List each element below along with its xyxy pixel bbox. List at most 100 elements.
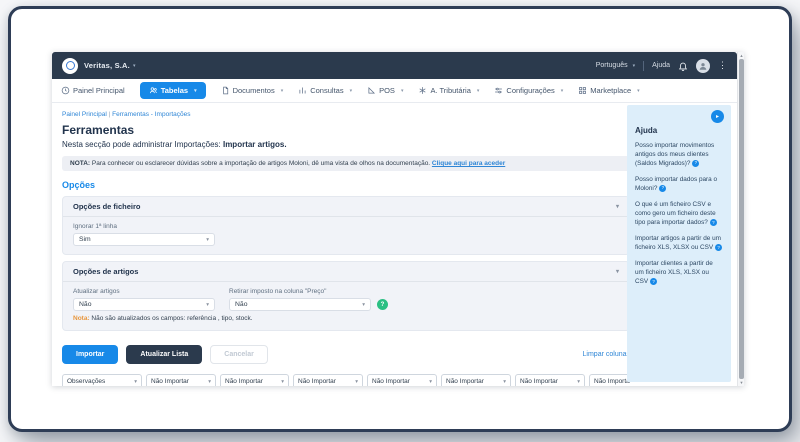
chevron-down-icon: ▾ [281,379,284,385]
update-articles-field: Atualizar artigos Não ▾ [73,288,215,311]
document-icon [221,86,230,95]
clear-columns-link[interactable]: Limpar colunas [583,351,630,358]
refresh-list-button[interactable]: Atualizar Lista [126,345,202,364]
mapping-select-6[interactable]: Não Importar▾ [441,374,511,386]
article-options-header[interactable]: Opções de artigos ▾ [63,262,629,282]
main-navigation: Painel Principal Tabelas ▾ Documentos ▾ … [52,79,737,103]
help-item[interactable]: Importar clientes a partir de um ficheir… [635,260,723,287]
question-badge-icon[interactable]: ? [692,160,699,167]
chevron-down-icon: ▾ [362,302,365,308]
user-avatar[interactable] [696,59,710,73]
chevron-down-icon: ▾ [637,88,640,94]
chevron-down-icon: ▾ [208,379,211,385]
mapping-select-4[interactable]: Não Importar▾ [293,374,363,386]
help-item[interactable]: Posso importar dados para o Moloni?? [635,176,723,194]
help-title: Ajuda [635,126,723,135]
bell-icon[interactable] [678,61,688,71]
breadcrumb-ferramentas-importacoes[interactable]: Ferramentas - Importações [112,111,190,118]
breadcrumb: Painel Principal | Ferramentas - Importa… [62,111,630,118]
chevron-down-icon: ▾ [477,88,480,94]
nav-tabelas[interactable]: Tabelas ▾ [140,82,206,99]
chevron-down-icon: ▾ [281,88,284,94]
chevron-down-icon: ▾ [633,63,636,69]
chevron-down-icon: ▾ [133,63,136,69]
more-options-icon[interactable]: ⋮ [718,60,727,71]
breadcrumb-painel-principal[interactable]: Painel Principal [62,111,107,118]
remove-tax-label: Retirar imposto na coluna "Preço" [229,288,388,295]
nota-banner: NOTA: Para conhecer ou esclarecer dúvida… [62,156,630,171]
chevron-down-icon: ▾ [194,88,197,94]
sliders-icon [494,86,503,95]
column-mapping-row: Observações▾ Não Importar▾ Não Importar▾… [62,374,630,386]
nav-documentos[interactable]: Documentos ▾ [221,86,284,95]
collapse-help-button[interactable]: ▸ [711,110,724,123]
chevron-down-icon: ▾ [401,88,404,94]
scrollbar-thumb[interactable] [739,59,744,379]
help-badge-icon[interactable]: ? [377,299,388,310]
mapping-select-7[interactable]: Não Importar▾ [515,374,585,386]
remove-tax-select[interactable]: Não ▾ [229,298,371,311]
mapping-select-8[interactable]: Não Importar▾ [589,374,630,386]
ignore-first-line-select[interactable]: Sim ▾ [73,233,215,246]
file-options-panel: Opções de ficheiro ▾ Ignorar 1ª linha Si… [62,196,630,255]
nav-a-tributaria[interactable]: A. Tributária ▾ [418,86,479,95]
remove-tax-field: Retirar imposto na coluna "Preço" Não ▾ … [229,288,388,311]
angle-ruler-icon [367,86,376,95]
browser-window: Veritas, S.A. ▾ Português ▾ Ajuda ⋮ Pain… [8,6,792,432]
chevron-down-icon: ▾ [206,302,209,308]
top-bar: Veritas, S.A. ▾ Português ▾ Ajuda ⋮ [52,52,737,79]
article-options-note: Nota: Não são atualizados os campos: ref… [73,315,619,322]
divider [643,61,644,71]
help-item[interactable]: O que é um ficheiro CSV e como gero um f… [635,201,723,228]
nav-painel-principal[interactable]: Painel Principal [61,86,125,95]
help-link[interactable]: Ajuda [652,62,670,69]
question-badge-icon[interactable]: ? [715,244,722,251]
update-articles-select[interactable]: Não ▾ [73,298,215,311]
main-column: Painel Principal | Ferramentas - Importa… [62,111,630,386]
chevron-down-icon: ▾ [206,237,209,243]
company-name[interactable]: Veritas, S.A. [84,61,130,70]
tributaria-icon [418,86,427,95]
chevron-down-icon: ▾ [577,379,580,385]
help-panel: ▸ Ajuda Posso importar movimentos antigo… [627,105,731,382]
chevron-down-icon: ▾ [561,88,564,94]
question-badge-icon[interactable]: ? [650,278,657,285]
chevron-down-icon: ▾ [616,268,619,275]
chevron-down-icon: ▾ [134,379,137,385]
help-item[interactable]: Posso importar movimentos antigos dos me… [635,142,723,169]
page-title: Ferramentas [62,123,630,137]
chevron-down-icon: ▾ [355,379,358,385]
mapping-select-5[interactable]: Não Importar▾ [367,374,437,386]
mapping-select-3[interactable]: Não Importar▾ [220,374,289,386]
page-subtitle: Nesta secção pode administrar Importaçõe… [62,140,630,149]
mapping-select-1[interactable]: Observações▾ [62,374,142,386]
bar-chart-icon [298,86,307,95]
question-badge-icon[interactable]: ? [710,219,717,226]
documentation-link[interactable]: Clique aqui para aceder [432,160,505,167]
chevron-down-icon: ▾ [503,379,506,385]
company-logo-icon [62,58,78,74]
action-buttons: Importar Atualizar Lista Cancelar Limpar… [62,345,630,364]
nav-consultas[interactable]: Consultas ▾ [298,86,352,95]
chevron-down-icon: ▾ [429,379,432,385]
nota-label: NOTA: [70,160,90,167]
scroll-down-arrow-icon[interactable]: ▼ [738,379,745,386]
article-options-panel: Opções de artigos ▾ Atualizar artigos Nã… [62,261,630,331]
question-badge-icon[interactable]: ? [659,185,666,192]
update-articles-label: Atualizar artigos [73,288,215,295]
mapping-select-2[interactable]: Não Importar▾ [146,374,216,386]
chevron-down-icon: ▾ [350,88,353,94]
file-options-header[interactable]: Opções de ficheiro ▾ [63,197,629,217]
vertical-scrollbar[interactable]: ▲ ▼ [737,52,744,386]
import-button[interactable]: Importar [62,345,118,364]
ignore-first-line-label: Ignorar 1ª linha [73,223,619,230]
nav-marketplace[interactable]: Marketplace ▾ [578,86,639,95]
help-item[interactable]: Importar artigos a partir de um ficheiro… [635,235,723,253]
people-icon [149,86,158,95]
scroll-up-arrow-icon[interactable]: ▲ [738,52,745,59]
nav-pos[interactable]: POS ▾ [367,86,403,95]
cancel-button[interactable]: Cancelar [210,345,268,364]
nav-configuracoes[interactable]: Configurações ▾ [494,86,563,95]
clock-icon [61,86,70,95]
language-selector[interactable]: Português ▾ [596,62,635,69]
